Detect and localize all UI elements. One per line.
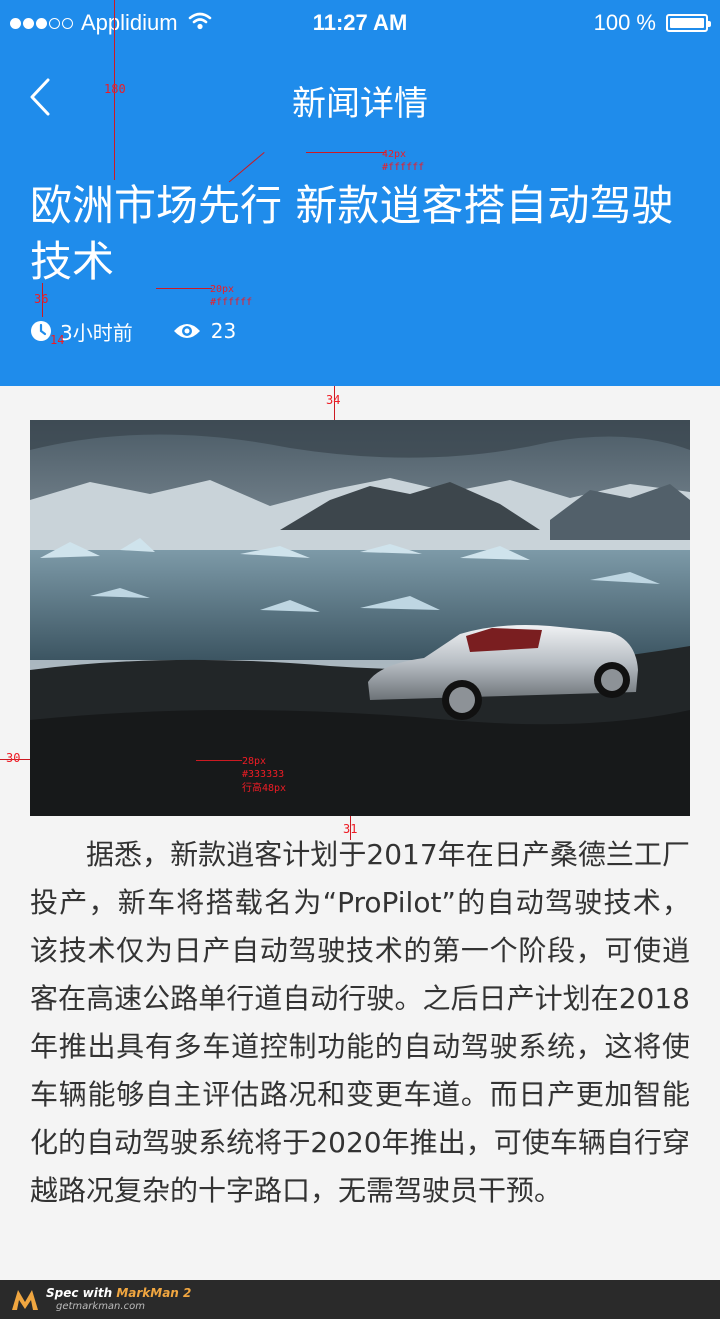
annotation-meta-color: #ffffff [210,297,253,308]
markman-footer: Spec with MarkMan 2 getmarkman.com [0,1280,720,1319]
footer-credit: Spec with MarkMan 2 [46,1286,191,1300]
battery-percent: 100 % [593,10,656,35]
article-time: 3小时前 [60,320,133,345]
clock-icon [31,321,51,341]
annotation-line [196,760,242,761]
annotation-line [156,288,212,289]
annotation-headline-size: 42px [382,149,407,160]
footer-prefix: Spec with [46,1286,117,1300]
markman-logo-icon [12,1290,38,1310]
article-header: Applidium 11:27 AM 100 % 新闻详情 欧洲市场先行 新款逍… [0,0,720,386]
footer-url: getmarkman.com [56,1301,145,1312]
battery-icon [666,14,711,32]
article-headline: 欧洲市场先行 新款逍客搭自动驾驶技术 [30,181,674,286]
annotation-body-gap: 31 [343,822,358,836]
annotation-header-height: 180 [104,82,126,96]
footer-brand: MarkMan 2 [116,1286,192,1300]
annotation-side-margin: 30 [6,751,21,765]
annotation-meta-gap: 36 [34,292,49,306]
status-right: 100 % [593,10,711,36]
article-image [30,420,690,816]
annotation-body-color: #333333 [242,769,285,780]
annotation-line [306,152,386,153]
annotation-body-line-height: 行高48px [242,783,287,794]
annotation-image-gap: 34 [326,393,341,407]
annotation-icon-size: 14 [50,333,65,347]
annotation-headline-color: #ffffff [382,162,425,173]
annotation-body-size: 28px [242,756,267,767]
eye-icon [173,324,200,338]
annotation-meta-size: 20px [210,284,235,295]
article-body: 据悉，新款逍客计划于2017年在日产桑德兰工厂投产，新车将搭载名为“ProPil… [30,838,690,1207]
view-count: 23 [210,319,237,343]
status-bar: Applidium 11:27 AM 100 % [0,0,720,46]
